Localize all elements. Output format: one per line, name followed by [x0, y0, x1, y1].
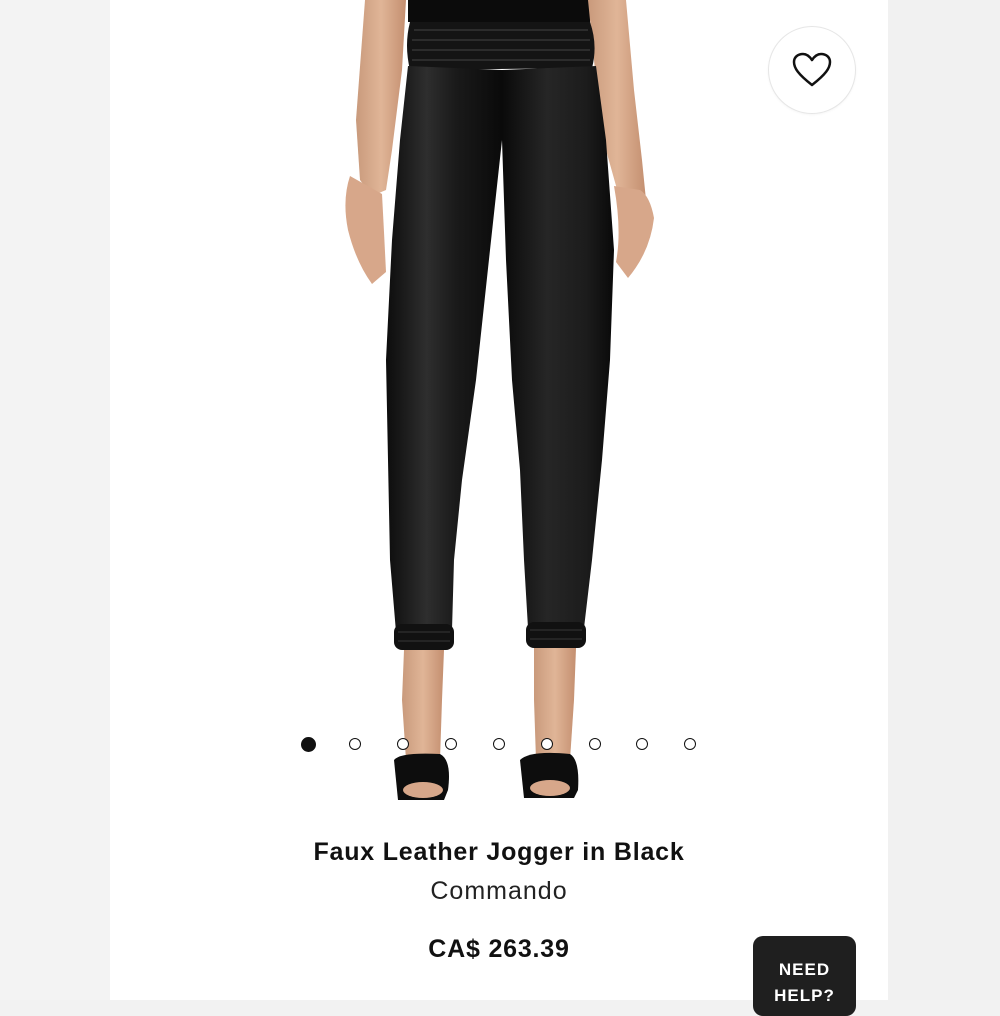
carousel-dot-8[interactable] [636, 738, 648, 750]
wishlist-button[interactable] [768, 26, 856, 114]
product-title: Faux Leather Jogger in Black [313, 838, 685, 866]
right-margin [888, 0, 1000, 1000]
carousel-dot-3[interactable] [397, 738, 409, 750]
image-carousel-dots [110, 737, 888, 756]
product-page: Faux Leather Jogger in Black Commando CA… [110, 0, 888, 1016]
need-help-label: NEED HELP? [774, 960, 835, 1005]
product-image[interactable] [110, 0, 888, 820]
carousel-dot-1[interactable] [301, 737, 316, 752]
heart-icon [792, 52, 832, 87]
carousel-dot-2[interactable] [349, 738, 361, 750]
carousel-dot-4[interactable] [445, 738, 457, 750]
carousel-dot-5[interactable] [493, 738, 505, 750]
carousel-dot-9[interactable] [684, 738, 696, 750]
carousel-dot-7[interactable] [589, 738, 601, 750]
product-photo [345, 0, 654, 800]
left-margin [0, 0, 110, 1000]
need-help-button[interactable]: NEED HELP? [753, 936, 856, 1016]
carousel-dot-6[interactable] [541, 738, 553, 750]
product-brand[interactable]: Commando [110, 877, 888, 906]
